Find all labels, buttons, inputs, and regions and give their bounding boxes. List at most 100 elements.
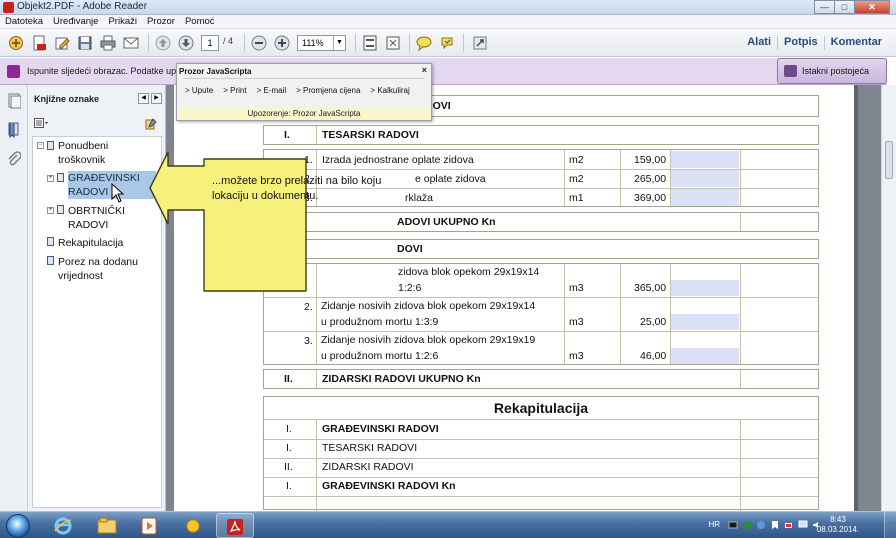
action-center-icon[interactable] <box>770 520 780 530</box>
tesarski-total-row: ADOVI UKUPNO Kn <box>263 212 819 232</box>
menu-prikazi[interactable]: Prikaži <box>103 15 142 28</box>
edit-icon[interactable] <box>54 35 70 51</box>
zoom-out-icon[interactable] <box>251 35 267 51</box>
sign-link[interactable]: Potpis <box>778 36 824 50</box>
start-button[interactable] <box>6 514 30 538</box>
clock[interactable]: 8:43 08.03.2014. <box>812 515 864 535</box>
document-page: DOVI I. TESARSKI RADOVI 1. Izrada jednos… <box>174 85 854 511</box>
menu-pomoc[interactable]: Pomoć <box>180 15 220 28</box>
price-input[interactable] <box>671 280 739 296</box>
js-menu-promjena-cijena[interactable]: > Promjena cijena <box>296 86 370 95</box>
display-icon[interactable] <box>798 520 808 530</box>
create-pdf-icon[interactable] <box>8 35 24 51</box>
collapse-panel-icon[interactable]: ◀ <box>138 93 149 104</box>
item-unit: m2 <box>569 173 584 185</box>
zoom-in-icon[interactable] <box>274 35 290 51</box>
item-unit: m2 <box>569 154 584 166</box>
js-menu-print[interactable]: > Print <box>223 86 256 95</box>
bookmark-porez-na-dodanu-vrijednost[interactable]: Porez na dodanu vrijednost <box>58 255 148 283</box>
pdf-file-icon[interactable] <box>31 35 47 51</box>
next-page-icon[interactable] <box>178 35 194 51</box>
fit-page-icon[interactable] <box>362 35 378 51</box>
js-window-title: Prozor JavaScripta <box>179 67 252 76</box>
zidarski-items-table: zidova blok opekom 29x19x14 1:2:6 m3 365… <box>263 263 819 365</box>
document-viewport[interactable]: DOVI I. TESARSKI RADOVI 1. Izrada jednos… <box>166 85 881 511</box>
collapse-toggle-icon[interactable]: − <box>37 142 44 149</box>
vertical-scrollbar[interactable] <box>881 85 896 511</box>
zoom-select[interactable]: 111% ▼ <box>297 35 346 51</box>
comment-link[interactable]: Komentar <box>825 36 888 50</box>
expand-toggle-icon[interactable]: + <box>47 175 54 182</box>
js-menu-upute[interactable]: > Upute <box>185 86 223 95</box>
expand-panel-icon[interactable]: ▶ <box>151 93 162 104</box>
file-explorer-icon[interactable] <box>88 513 126 538</box>
attachments-icon[interactable] <box>7 151 21 167</box>
recap-label: GRAĐEVINSKI RADOVI <box>322 423 439 435</box>
email-icon[interactable] <box>123 35 139 51</box>
recap-roman: I. <box>286 442 292 454</box>
maximize-button[interactable]: □ <box>834 0 854 14</box>
item-quantity: 369,00 <box>634 192 667 204</box>
recap-table: Rekapitulacija I. GRAĐEVINSKI RADOVI I. … <box>263 396 819 511</box>
menu-uredivanje[interactable]: Uređivanje <box>48 15 103 28</box>
tools-link[interactable]: Alati <box>741 36 777 50</box>
full-screen-icon[interactable] <box>385 35 401 51</box>
save-icon[interactable] <box>77 35 93 51</box>
menu-prozor[interactable]: Prozor <box>142 15 180 28</box>
bookmarks-panel-icon[interactable] <box>7 122 21 138</box>
media-player-icon[interactable] <box>130 513 168 538</box>
highlight-fields-button[interactable]: Istakni postojeća polja <box>777 58 887 100</box>
close-icon[interactable]: × <box>422 65 427 75</box>
menu-datoteka[interactable]: Datoteka <box>0 15 48 28</box>
comment-icon[interactable] <box>416 35 432 51</box>
chevron-down-icon[interactable]: ▼ <box>333 36 345 50</box>
scrollbar-thumb[interactable] <box>885 141 893 179</box>
page-thumbnails-icon[interactable] <box>7 93 21 109</box>
bookmark-ponudbeni-troskovnik[interactable]: Ponudbeni troškovnik <box>58 139 138 167</box>
form-notice-text: Ispunite sljedeći obrazac. Podatke upisa <box>27 66 188 76</box>
add-bookmark-icon[interactable] <box>145 118 157 130</box>
zidarski-total-label: ZIDARSKI RADOVI UKUPNO Kn <box>322 373 481 385</box>
price-input[interactable] <box>671 170 739 187</box>
print-icon[interactable] <box>100 35 116 51</box>
power-icon[interactable] <box>784 520 794 530</box>
item-description: u produžnom mortu 1:3:9 <box>321 316 439 328</box>
minimize-button[interactable]: — <box>814 0 834 14</box>
callout-text: ...možete brzo prelaziti na bilo koju lo… <box>212 175 382 202</box>
highlight-icon[interactable] <box>439 35 455 51</box>
zidarski-total-roman: II. <box>284 373 293 385</box>
update-icon[interactable] <box>756 520 766 530</box>
bookmark-icon <box>47 237 54 246</box>
options-menu-icon <box>34 118 48 128</box>
js-menu-kalkuliraj[interactable]: > Kalkuliraj <box>370 86 419 95</box>
price-input[interactable] <box>671 189 739 206</box>
bookmark-options-button[interactable] <box>34 118 54 130</box>
expand-toggle-icon[interactable]: + <box>47 207 54 214</box>
bookmarks-title: Knjižne oznake <box>34 94 100 104</box>
zoom-value: 111% <box>302 38 324 48</box>
recap-roman: II. <box>284 461 293 473</box>
recap-label: TESARSKI RADOVI <box>322 442 418 454</box>
toolbar-separator <box>355 34 356 52</box>
page-number-input[interactable]: 1 <box>201 35 219 51</box>
item-unit: m3 <box>569 350 584 362</box>
adobe-reader-taskbar-icon[interactable] <box>216 513 254 538</box>
previous-page-icon[interactable] <box>155 35 171 51</box>
weather-gadget-icon[interactable] <box>174 513 212 538</box>
js-menu-email[interactable]: > E-mail <box>257 86 297 95</box>
show-desktop-button[interactable] <box>884 512 896 538</box>
close-button[interactable]: ✕ <box>854 0 890 14</box>
page-shadow <box>854 85 858 511</box>
network-icon[interactable] <box>728 520 738 530</box>
bookmark-rekapitulacija[interactable]: Rekapitulacija <box>58 236 123 250</box>
expand-icon[interactable] <box>472 35 488 51</box>
price-input[interactable] <box>671 348 739 364</box>
price-input[interactable] <box>671 151 739 168</box>
toolbar-separator <box>463 34 464 52</box>
tesarski-header-row: I. TESARSKI RADOVI <box>263 125 819 145</box>
price-input[interactable] <box>671 314 739 330</box>
security-icon[interactable] <box>742 520 752 530</box>
language-indicator[interactable]: HR <box>708 520 720 529</box>
bookmark-obrtnicki-radovi[interactable]: OBRTNIČKI RADOVI <box>68 204 138 232</box>
internet-explorer-icon[interactable] <box>44 513 82 538</box>
